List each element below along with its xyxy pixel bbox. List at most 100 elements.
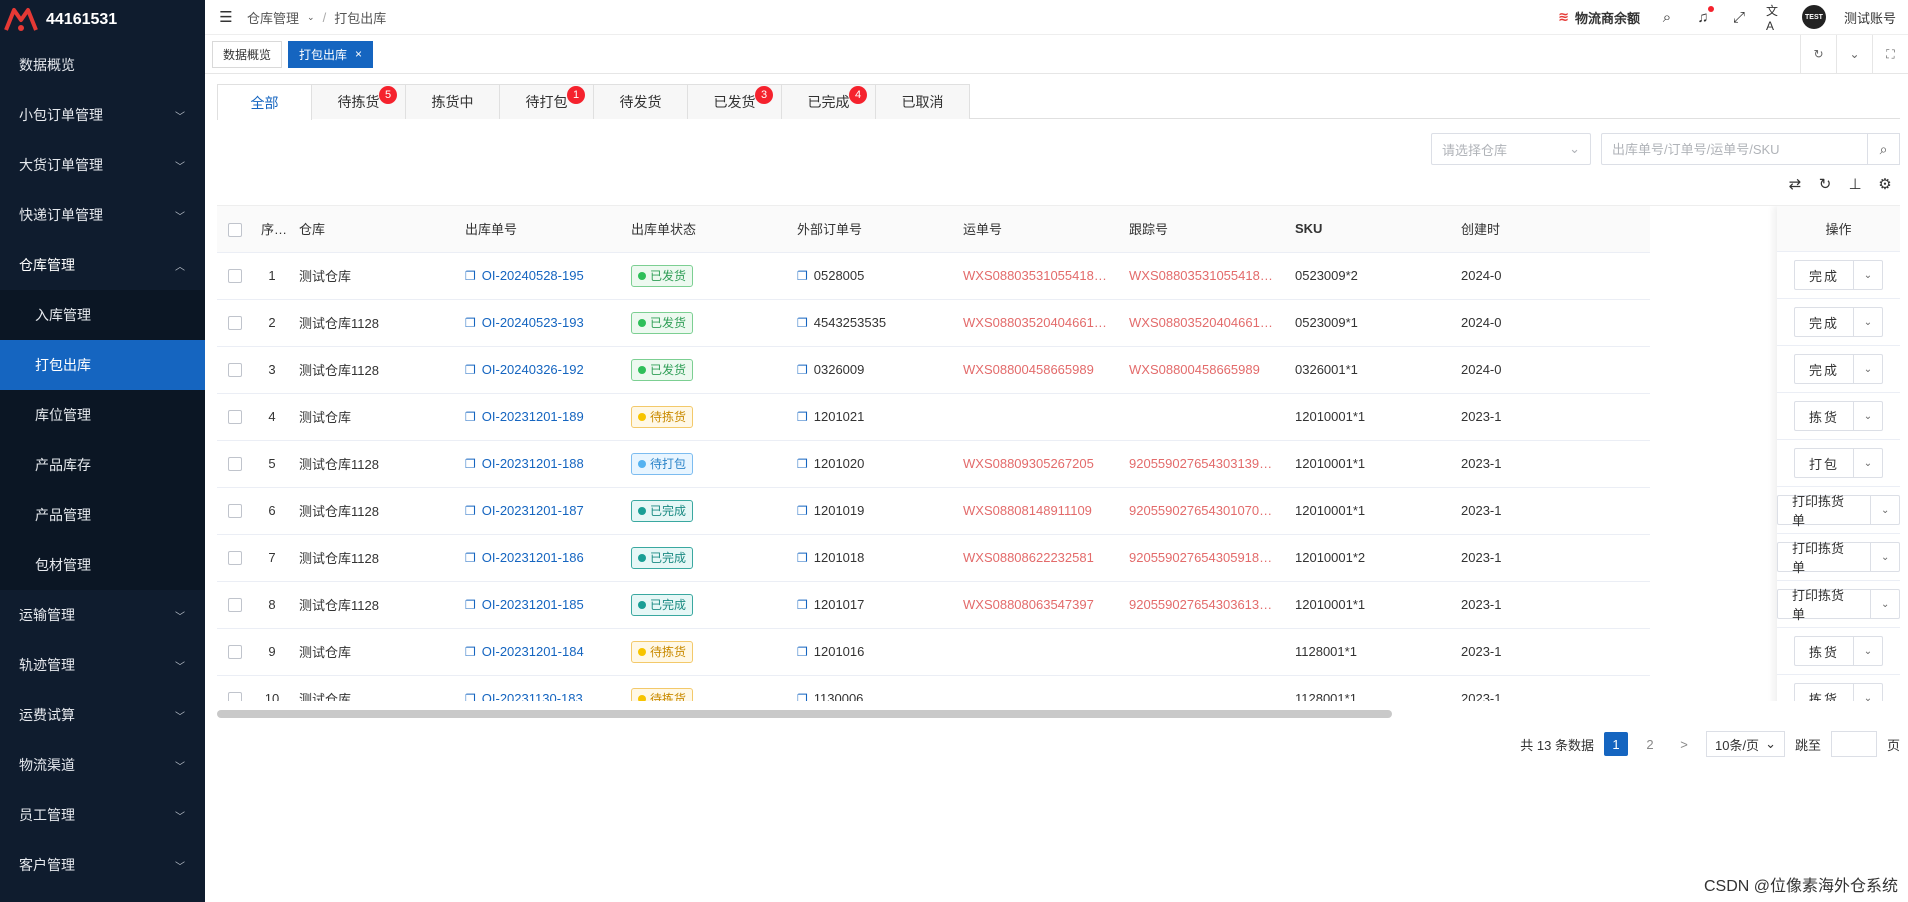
outbound-no-cell[interactable]: ❐ OI-20231201-185 bbox=[457, 581, 623, 629]
outbound-no-cell[interactable]: ❐ OI-20240528-195 bbox=[457, 252, 623, 300]
action-button[interactable]: 拣货 bbox=[1795, 637, 1854, 665]
waybill-cell[interactable]: WXS08800458665989 bbox=[955, 346, 1121, 394]
close-icon[interactable]: × bbox=[355, 47, 362, 61]
action-button[interactable]: 完成 bbox=[1795, 355, 1854, 383]
tag-overview[interactable]: 数据概览 bbox=[212, 40, 283, 68]
chevron-down-icon[interactable]: ⌄ bbox=[1854, 402, 1882, 430]
action-split-button[interactable]: 拣货 ⌄ bbox=[1793, 401, 1883, 431]
row-checkbox[interactable] bbox=[228, 645, 242, 660]
tracking-cell[interactable]: WXS08800458665989 bbox=[1121, 346, 1287, 394]
chevron-down-icon[interactable]: ⌄ bbox=[1871, 590, 1899, 618]
row-checkbox[interactable] bbox=[228, 269, 242, 284]
tracking-cell[interactable]: WXS0880352040466175805... bbox=[1121, 299, 1287, 347]
copy-icon[interactable]: ❐ bbox=[797, 598, 808, 612]
sidebar-item[interactable]: 物流渠道 ﹀ bbox=[0, 740, 205, 790]
sidebar-subitem[interactable]: 入库管理 bbox=[0, 290, 205, 340]
swap-icon[interactable]: ⇄ bbox=[1786, 175, 1804, 195]
select-all-checkbox[interactable] bbox=[228, 222, 242, 237]
row-checkbox[interactable] bbox=[228, 551, 242, 566]
scrollbar-thumb[interactable] bbox=[217, 710, 1392, 718]
balance-link[interactable]: ≋ 物流商余额 bbox=[1558, 8, 1640, 27]
chevron-down-icon[interactable]: ⌄ bbox=[1871, 496, 1899, 524]
tracking-cell[interactable] bbox=[1121, 675, 1287, 701]
page-2[interactable]: 2 bbox=[1638, 732, 1662, 756]
outbound-no-cell[interactable]: ❐ OI-20240326-192 bbox=[457, 346, 623, 394]
status-tab[interactable]: 已完成 4 bbox=[781, 84, 876, 119]
copy-icon[interactable]: ❐ bbox=[797, 363, 808, 377]
tracking-cell[interactable]: 92055902765430591896896... bbox=[1121, 534, 1287, 582]
outbound-no[interactable]: OI-20231201-189 bbox=[482, 409, 584, 424]
sidebar-item[interactable]: 运输管理 ﹀ bbox=[0, 590, 205, 640]
tracking-cell[interactable] bbox=[1121, 628, 1287, 676]
menu-toggle-icon[interactable]: ☰ bbox=[217, 8, 235, 26]
copy-icon[interactable]: ❐ bbox=[797, 645, 808, 659]
outbound-no-cell[interactable]: ❐ OI-20231201-186 bbox=[457, 534, 623, 582]
sidebar-item[interactable]: 运费试算 ﹀ bbox=[0, 690, 205, 740]
sidebar-subitem[interactable]: 打包出库 bbox=[0, 340, 205, 390]
refresh-icon[interactable]: ↻ bbox=[1800, 35, 1836, 73]
action-split-button[interactable]: 拣货 ⌄ bbox=[1793, 636, 1883, 666]
chevron-down-icon[interactable]: ⌄ bbox=[1854, 449, 1882, 477]
tracking-cell[interactable] bbox=[1121, 393, 1287, 441]
waybill-cell[interactable]: WXS08808063547397 bbox=[955, 581, 1121, 629]
action-button[interactable]: 打印拣货单 bbox=[1778, 541, 1872, 575]
page-size-select[interactable]: 10条/页 ⌄ bbox=[1705, 731, 1785, 757]
user-name[interactable]: 测试账号 bbox=[1844, 8, 1896, 27]
sidebar-item[interactable]: 客户管理 ﹀ bbox=[0, 840, 205, 890]
action-split-button[interactable]: 完成 ⌄ bbox=[1793, 260, 1883, 290]
sidebar-item[interactable]: 小包订单管理 ﹀ bbox=[0, 90, 205, 140]
action-split-button[interactable]: 完成 ⌄ bbox=[1793, 354, 1883, 384]
sidebar-item[interactable]: 仓库管理 ︿ bbox=[0, 240, 205, 290]
copy-icon[interactable]: ❐ bbox=[465, 457, 476, 471]
page-1[interactable]: 1 bbox=[1603, 732, 1628, 756]
copy-icon[interactable]: ❐ bbox=[797, 316, 808, 330]
action-button[interactable]: 完成 bbox=[1795, 308, 1854, 336]
waybill-cell[interactable]: WXS0880352040466175805... bbox=[955, 299, 1121, 347]
waybill-cell[interactable] bbox=[955, 393, 1121, 441]
search-icon[interactable]: ⌕ bbox=[1868, 133, 1900, 165]
search-icon[interactable]: ⌕ bbox=[1658, 8, 1676, 26]
outbound-no[interactable]: OI-20231201-188 bbox=[482, 456, 584, 471]
chevron-down-icon[interactable]: ⌄ bbox=[1854, 308, 1882, 336]
waybill-cell[interactable]: WXS08808622232581 bbox=[955, 534, 1121, 582]
copy-icon[interactable]: ❐ bbox=[465, 645, 476, 659]
status-tab[interactable]: 待拣货 5 bbox=[311, 84, 406, 119]
row-checkbox[interactable] bbox=[228, 457, 242, 472]
outbound-no-cell[interactable]: ❐ OI-20231130-183 bbox=[457, 675, 623, 701]
outbound-no[interactable]: OI-20231201-186 bbox=[482, 550, 584, 565]
fullscreen-icon[interactable]: ⤢ bbox=[1730, 8, 1748, 26]
outbound-no[interactable]: OI-20240528-195 bbox=[482, 268, 584, 283]
chevron-down-icon[interactable]: ⌄ bbox=[1836, 35, 1872, 73]
copy-icon[interactable]: ❐ bbox=[465, 551, 476, 565]
column-height-icon[interactable]: ⊥ bbox=[1846, 175, 1864, 195]
waybill-cell[interactable]: WXS08808148911109 bbox=[955, 487, 1121, 535]
sidebar-item[interactable]: 大货订单管理 ﹀ bbox=[0, 140, 205, 190]
tracking-cell[interactable]: WXS0880353105541831372... bbox=[1121, 252, 1287, 300]
waybill-cell[interactable]: WXS0880353105541831372... bbox=[955, 252, 1121, 300]
sidebar-item[interactable]: 员工管理 ﹀ bbox=[0, 790, 205, 840]
status-tab[interactable]: 全部 bbox=[217, 84, 312, 120]
breadcrumb-parent[interactable]: 仓库管理 bbox=[247, 8, 299, 27]
status-tab[interactable]: 已取消 bbox=[875, 84, 970, 119]
refresh-icon[interactable]: ↻ bbox=[1816, 175, 1834, 195]
copy-icon[interactable]: ❐ bbox=[797, 692, 808, 701]
action-button[interactable]: 拣货 bbox=[1795, 684, 1854, 701]
outbound-no[interactable]: OI-20240523-193 bbox=[482, 315, 584, 330]
row-checkbox[interactable] bbox=[228, 410, 242, 425]
waybill-cell[interactable] bbox=[955, 628, 1121, 676]
status-tab[interactable]: 待打包 1 bbox=[499, 84, 594, 119]
copy-icon[interactable]: ❐ bbox=[465, 269, 476, 283]
row-checkbox[interactable] bbox=[228, 692, 242, 701]
row-checkbox[interactable] bbox=[228, 316, 242, 331]
action-split-button[interactable]: 拣货 ⌄ bbox=[1793, 683, 1883, 701]
copy-icon[interactable]: ❐ bbox=[465, 363, 476, 377]
status-tab[interactable]: 拣货中 bbox=[405, 84, 500, 119]
sidebar-item[interactable]: 快递订单管理 ﹀ bbox=[0, 190, 205, 240]
action-button[interactable]: 拣货 bbox=[1795, 402, 1854, 430]
waybill-cell[interactable] bbox=[955, 675, 1121, 701]
avatar[interactable]: TEST bbox=[1801, 5, 1826, 29]
gear-icon[interactable]: ⚙ bbox=[1876, 175, 1894, 195]
action-button[interactable]: 打包 bbox=[1795, 449, 1854, 477]
row-checkbox[interactable] bbox=[228, 363, 242, 378]
copy-icon[interactable]: ❐ bbox=[465, 692, 476, 701]
